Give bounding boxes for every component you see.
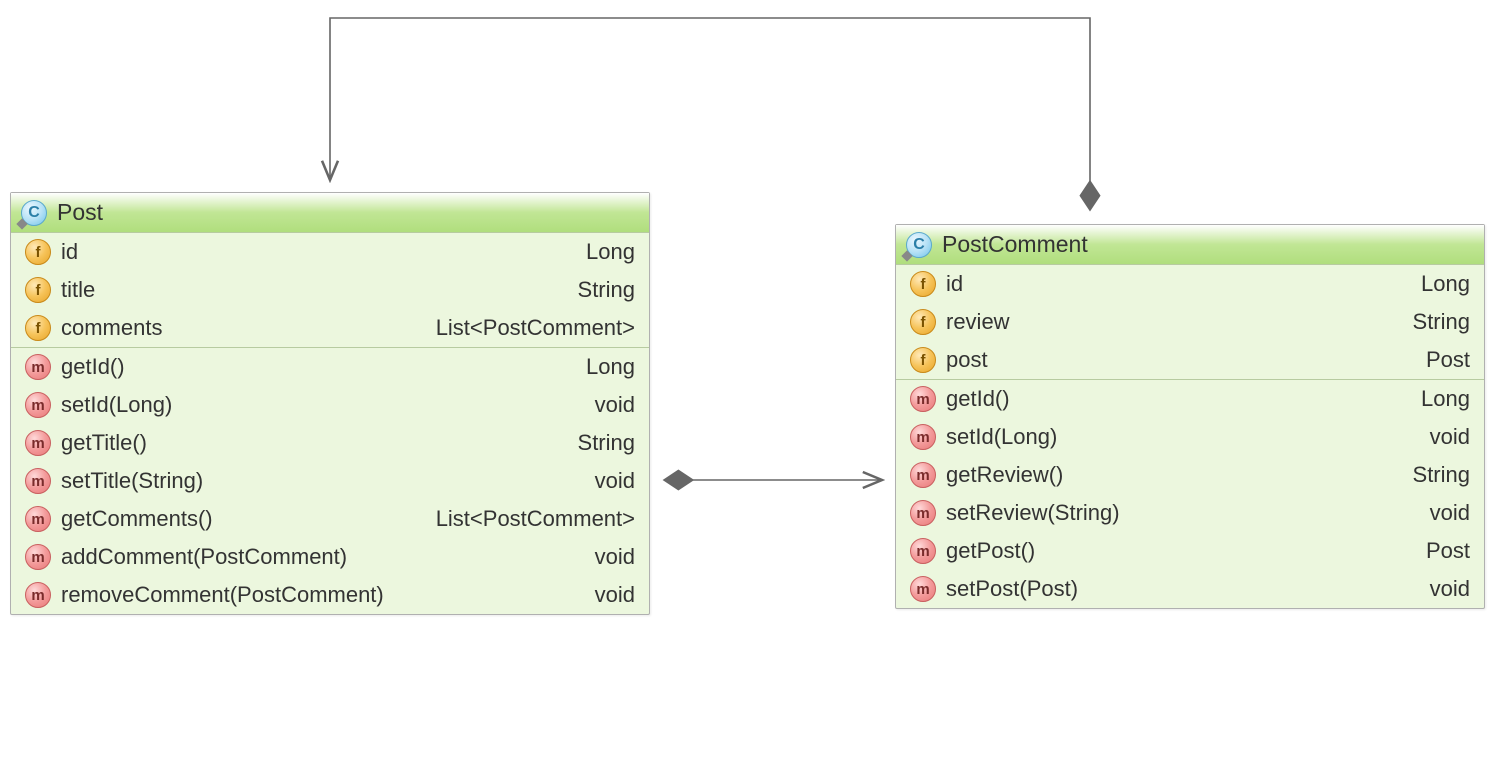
method-name: setId(Long) (946, 424, 1057, 450)
method-name: addComment(PostComment) (61, 544, 347, 570)
field-row[interactable]: f comments List<PostComment> (11, 309, 649, 347)
field-row[interactable]: fid Long (11, 233, 649, 271)
method-type: Post (1426, 538, 1470, 564)
field-icon: f (910, 271, 936, 297)
class-post[interactable]: C Post fid Long ftitle String fcomments … (10, 192, 650, 615)
field-icon: f (25, 315, 51, 341)
method-name: getPost() (946, 538, 1035, 564)
field-name: id (61, 239, 78, 265)
method-row[interactable]: m setId(Long) void (896, 418, 1484, 456)
connector-postcomment-to-post (330, 18, 1090, 210)
method-icon: m (910, 386, 936, 412)
field-row[interactable]: fpost Post (896, 341, 1484, 379)
method-row[interactable]: m getComments() List<PostComment> (11, 500, 649, 538)
field-icon: f (25, 277, 51, 303)
field-row[interactable]: freview String (896, 303, 1484, 341)
fields-section: fid Long freview String fpost Post (896, 265, 1484, 379)
method-row[interactable]: m getTitle() String (11, 424, 649, 462)
method-row[interactable]: m setId(Long) void (11, 386, 649, 424)
method-icon: m (25, 430, 51, 456)
class-header-postcomment: C PostComment (896, 225, 1484, 265)
method-icon: m (25, 468, 51, 494)
class-title: Post (57, 199, 103, 226)
field-row[interactable]: ftitle String (11, 271, 649, 309)
method-type: void (595, 392, 635, 418)
field-icon: f (910, 309, 936, 335)
field-name: comments (61, 315, 162, 341)
method-type: String (1413, 462, 1470, 488)
method-name: getId() (61, 354, 125, 380)
field-icon: f (910, 347, 936, 373)
class-icon: C (21, 200, 47, 226)
method-name: getComments() (61, 506, 213, 532)
method-row[interactable]: m addComment(PostComment) void (11, 538, 649, 576)
method-name: setId(Long) (61, 392, 172, 418)
method-row[interactable]: m getReview() String (896, 456, 1484, 494)
field-name: title (61, 277, 95, 303)
field-name: post (946, 347, 988, 373)
method-type: void (1430, 576, 1470, 602)
method-type: void (595, 468, 635, 494)
class-postcomment[interactable]: C PostComment fid Long freview String fp… (895, 224, 1485, 609)
field-name: id (946, 271, 963, 297)
method-icon: m (910, 500, 936, 526)
method-row[interactable]: m getId() Long (896, 380, 1484, 418)
method-row[interactable]: m getPost() Post (896, 532, 1484, 570)
field-name: review (946, 309, 1010, 335)
method-name: getTitle() (61, 430, 147, 456)
method-name: getId() (946, 386, 1010, 412)
method-name: setReview(String) (946, 500, 1120, 526)
method-type: void (595, 582, 635, 608)
method-type: List<PostComment> (436, 506, 635, 532)
fields-section: fid Long ftitle String fcomments List<Po… (11, 233, 649, 347)
method-row[interactable]: m removeComment(PostComment) void (11, 576, 649, 614)
method-icon: m (910, 538, 936, 564)
method-type: Long (586, 354, 635, 380)
field-type: Long (586, 239, 635, 265)
field-type: String (578, 277, 635, 303)
field-icon: f (25, 239, 51, 265)
method-name: removeComment(PostComment) (61, 582, 384, 608)
diagram-canvas: C Post fid Long ftitle String fcomments … (0, 0, 1494, 780)
method-name: setTitle(String) (61, 468, 203, 494)
methods-section: m getId() Long m setId(Long) void m getTitl… (11, 347, 649, 614)
field-row[interactable]: fid Long (896, 265, 1484, 303)
method-type: void (595, 544, 635, 570)
method-type: void (1430, 424, 1470, 450)
field-type: Long (1421, 271, 1470, 297)
class-icon-letter: C (28, 204, 40, 222)
method-row[interactable]: m setPost(Post) void (896, 570, 1484, 608)
method-icon: m (25, 354, 51, 380)
method-row[interactable]: m setReview(String) void (896, 494, 1484, 532)
method-icon: m (25, 582, 51, 608)
method-name: setPost(Post) (946, 576, 1078, 602)
class-header-post: C Post (11, 193, 649, 233)
method-icon: m (910, 576, 936, 602)
method-icon: m (910, 424, 936, 450)
class-icon: C (906, 232, 932, 258)
field-type: List<PostComment> (436, 315, 635, 341)
method-icon: m (25, 544, 51, 570)
class-title: PostComment (942, 231, 1088, 258)
method-icon: m (25, 506, 51, 532)
field-type: String (1413, 309, 1470, 335)
method-type: String (578, 430, 635, 456)
method-type: Long (1421, 386, 1470, 412)
methods-section: m getId() Long m setId(Long) void m getRevi… (896, 379, 1484, 608)
method-name: getReview() (946, 462, 1063, 488)
method-row[interactable]: m setTitle(String) void (11, 462, 649, 500)
method-type: void (1430, 500, 1470, 526)
field-type: Post (1426, 347, 1470, 373)
class-icon-letter: C (913, 236, 925, 254)
method-icon: m (910, 462, 936, 488)
method-icon: m (25, 392, 51, 418)
method-row[interactable]: m getId() Long (11, 348, 649, 386)
